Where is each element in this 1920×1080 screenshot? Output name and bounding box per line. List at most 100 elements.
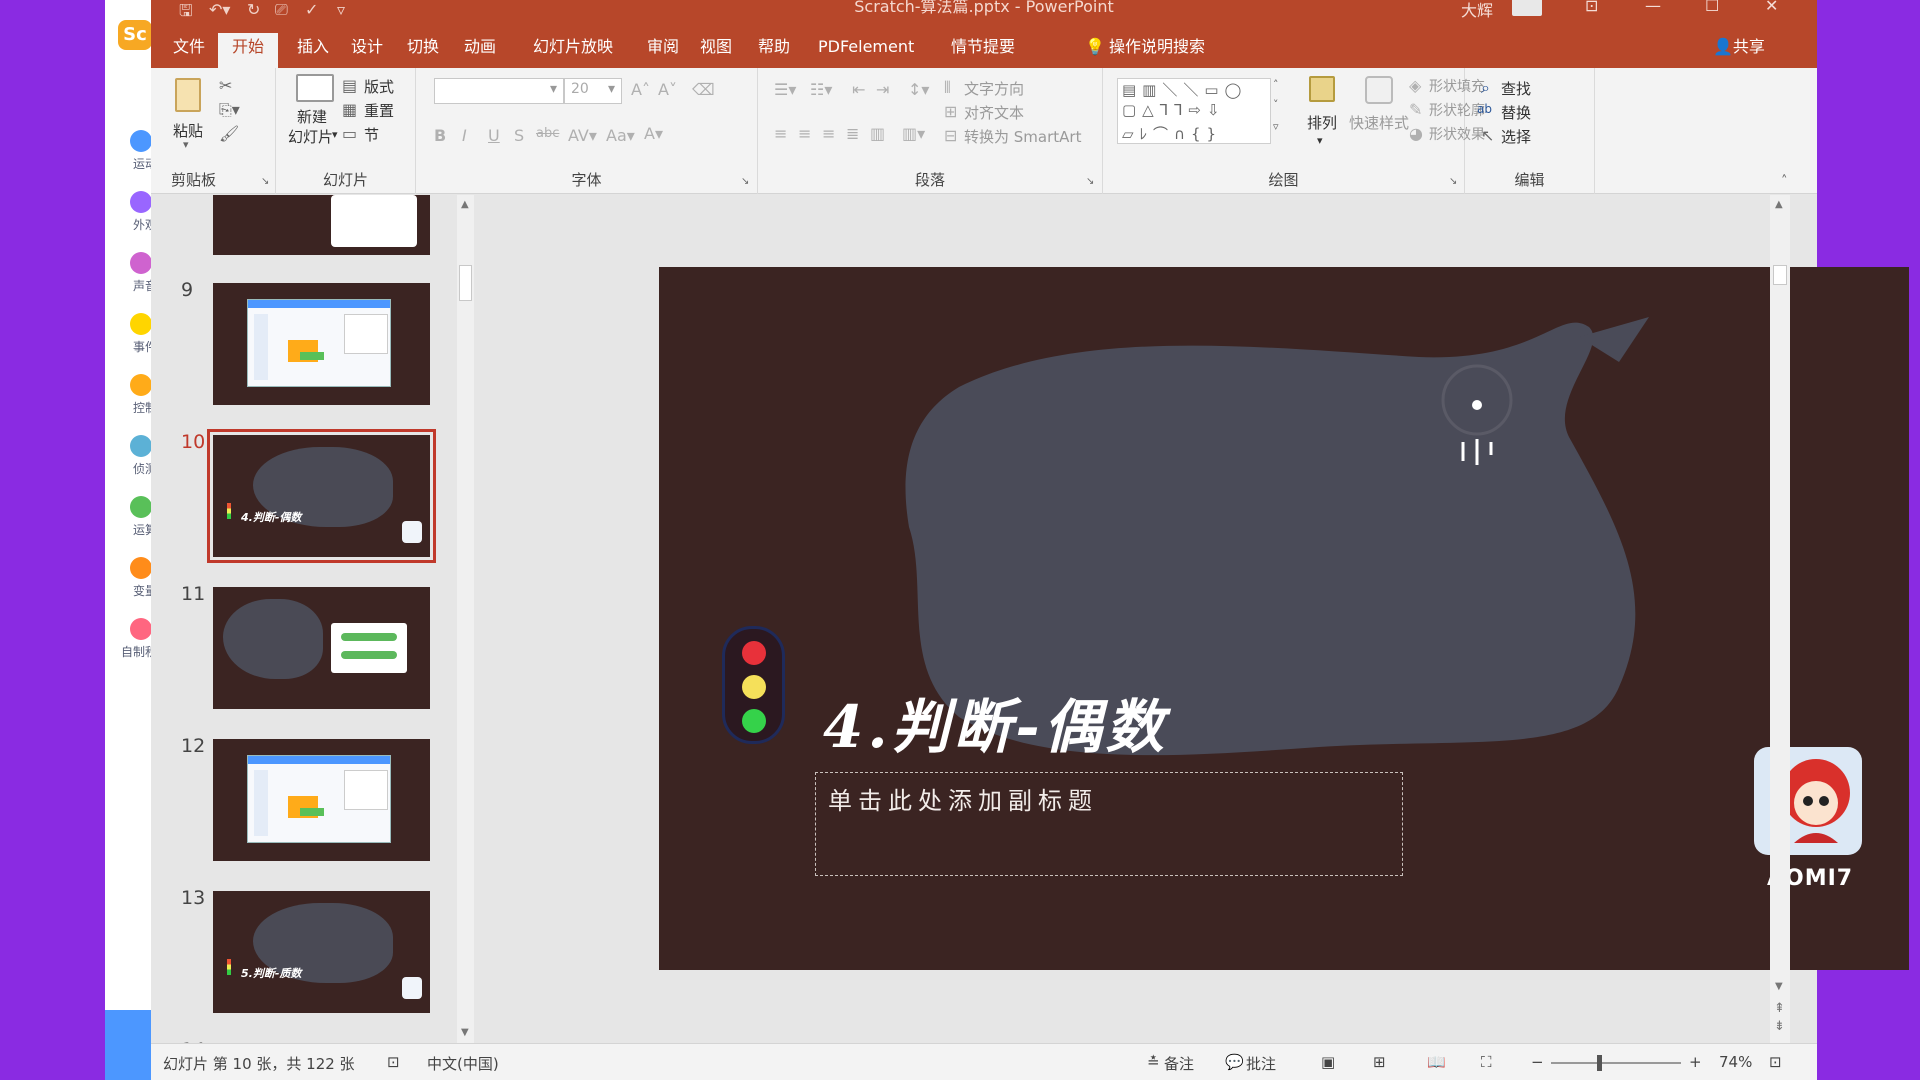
gallery-more-icon[interactable]: ▿ [1273, 120, 1279, 133]
comments-icon[interactable]: 💬 [1225, 1053, 1244, 1071]
justify-icon[interactable]: ≣ [846, 124, 859, 143]
tab-11[interactable]: 情节提要 [937, 36, 1029, 68]
slide-thumbnail-partial[interactable] [213, 195, 430, 255]
zoom-in-icon[interactable]: + [1689, 1053, 1702, 1071]
minimize-icon[interactable]: — [1645, 0, 1661, 15]
tab-8[interactable]: 视图 [686, 36, 746, 68]
columns-icon[interactable]: ▥▾ [902, 124, 925, 143]
layout-icon[interactable]: ▤ [342, 76, 357, 95]
thumbnails-scroll-up-icon[interactable]: ▲ [461, 199, 469, 210]
select-icon[interactable]: ↖ [1481, 126, 1494, 145]
slide-thumbnail[interactable] [213, 283, 430, 405]
shrink-font-icon[interactable]: A˅ [658, 80, 677, 99]
layout-button[interactable]: 版式 [364, 76, 394, 97]
convert-smartart-button[interactable]: 转换为 SmartArt [964, 126, 1081, 147]
find-button[interactable]: 查找 [1501, 78, 1531, 99]
new-slide-icon[interactable] [296, 74, 334, 102]
bullets-icon[interactable]: ☰▾ [774, 80, 796, 99]
text-direction-button[interactable]: 文字方向 [964, 78, 1024, 99]
zoom-out-icon[interactable]: − [1531, 1053, 1544, 1071]
text-direction-icon[interactable]: ⫴ [944, 78, 951, 98]
comments-button[interactable]: 批注 [1246, 1053, 1276, 1074]
tab-0[interactable]: 文件 [159, 36, 219, 68]
paste-dropdown-icon[interactable]: ▾ [183, 138, 189, 151]
line-spacing-icon[interactable]: ↕▾ [908, 80, 929, 99]
underline-icon[interactable]: U [488, 126, 500, 145]
shapes-gallery[interactable]: ▤▥＼＼▭◯ ▢△⅂⅂⇨⇩ ▱ﾚ⌒∩{} [1117, 78, 1271, 144]
arrange-icon[interactable] [1309, 76, 1335, 102]
scratch-add-extension-button[interactable] [105, 1010, 151, 1080]
slide-thumbnail[interactable]: 5.判断-质数 [213, 891, 430, 1013]
slide-title[interactable]: 4.判断-偶数 [823, 680, 1168, 764]
replace-button[interactable]: 替换 [1501, 102, 1531, 123]
user-name[interactable]: 大辉 [1461, 0, 1493, 21]
reading-view-icon[interactable]: 📖 [1427, 1053, 1446, 1071]
slide-thumbnail[interactable] [213, 587, 430, 709]
slide-thumbnail[interactable]: 4.判断-偶数 [207, 429, 436, 563]
font-size-dropdown-icon[interactable]: ▾ [608, 81, 615, 97]
ribbon-display-icon[interactable]: ⊡ [1585, 0, 1598, 15]
new-slide-label-2[interactable]: 幻灯片 [288, 126, 333, 147]
new-slide-label-1[interactable]: 新建 [297, 106, 327, 127]
distributed-icon[interactable]: ▥ [870, 124, 885, 143]
font-color-icon[interactable]: A▾ [644, 124, 663, 143]
thumbnails-scroll-down-icon[interactable]: ▼ [461, 1027, 469, 1038]
align-text-button[interactable]: 对齐文本 [964, 102, 1024, 123]
reset-button[interactable]: 重置 [364, 100, 394, 121]
section-button[interactable]: 节 [364, 124, 379, 145]
character-spacing-icon[interactable]: AV▾ [568, 126, 597, 145]
thumbnails-scrollbar[interactable]: ▲ ▼ [457, 195, 474, 1043]
slide-scrollbar[interactable]: ▲ ▼ ⇞ ⇟ [1770, 195, 1790, 1043]
arrange-button[interactable]: 排列 [1307, 112, 1337, 133]
change-case-icon[interactable]: Aa▾ [606, 126, 635, 145]
align-left-icon[interactable]: ≡ [774, 124, 787, 143]
notes-icon[interactable]: ≛ [1147, 1053, 1160, 1071]
collapse-ribbon-icon[interactable]: ˄ [1781, 174, 1788, 189]
align-text-icon[interactable]: ⊞ [944, 102, 957, 121]
replace-icon[interactable]: ab [1477, 102, 1492, 116]
slideshow-icon[interactable]: ⛶ [1481, 1053, 1492, 1071]
slide-sorter-icon[interactable]: ⊞ [1373, 1053, 1386, 1071]
quick-styles-button[interactable]: 快速样式 [1349, 112, 1409, 133]
avatar[interactable] [1512, 0, 1542, 16]
section-icon[interactable]: ▭ [342, 124, 357, 143]
find-icon[interactable]: ⌕ [1481, 78, 1490, 98]
shapes-row-1[interactable]: ▤▥＼＼▭◯ [1122, 79, 1247, 100]
strikethrough-icon[interactable]: abc [536, 126, 559, 141]
select-button[interactable]: 选择 [1501, 126, 1531, 147]
font-name-combo[interactable]: ▾ [434, 78, 564, 104]
paragraph-launcher-icon[interactable]: ↘ [1086, 176, 1094, 187]
clipboard-launcher-icon[interactable]: ↘ [261, 176, 269, 187]
normal-view-icon[interactable]: ▣ [1321, 1053, 1335, 1071]
paste-icon[interactable] [175, 78, 201, 112]
shape-fill-icon[interactable]: ◈ [1409, 76, 1421, 95]
font-name-dropdown-icon[interactable]: ▾ [550, 81, 557, 97]
tab-5[interactable]: 动画 [450, 36, 510, 68]
drawing-launcher-icon[interactable]: ↘ [1449, 176, 1457, 187]
accessibility-icon[interactable]: ⊡ [387, 1053, 400, 1071]
grow-font-icon[interactable]: A˄ [631, 80, 650, 99]
shape-effects-icon[interactable]: ◕ [1409, 124, 1423, 143]
close-icon[interactable]: ✕ [1765, 0, 1778, 15]
slide-canvas[interactable]: 4.判断-偶数 单击此处添加副标题 AOMI7 [659, 267, 1909, 970]
copy-icon[interactable]: ⎘▾ [219, 100, 240, 120]
arrange-dropdown-icon[interactable]: ▾ [1317, 134, 1323, 147]
tab-9[interactable]: 帮助 [744, 36, 804, 68]
align-right-icon[interactable]: ≡ [822, 124, 835, 143]
zoom-level[interactable]: 74% [1719, 1053, 1752, 1071]
zoom-slider-thumb[interactable] [1597, 1055, 1602, 1071]
clear-formatting-icon[interactable]: ⌫ [692, 80, 715, 99]
smartart-icon[interactable]: ⊟ [944, 126, 957, 145]
tab-10[interactable]: PDFelement [804, 36, 928, 68]
shapes-row-2[interactable]: ▢△⅂⅂⇨⇩ [1122, 101, 1226, 119]
tab-4[interactable]: 切换 [393, 36, 453, 68]
previous-slide-icon[interactable]: ⇞ [1774, 1001, 1785, 1016]
increase-indent-icon[interactable]: ⇥ [876, 80, 889, 99]
shapes-row-3[interactable]: ▱ﾚ⌒∩{} [1122, 123, 1222, 144]
language-indicator[interactable]: 中文(中国) [427, 1053, 499, 1074]
reset-icon[interactable]: ▦ [342, 100, 357, 119]
bold-icon[interactable]: B [434, 126, 446, 145]
share-button[interactable]: 👤共享 [1699, 36, 1779, 68]
notes-button[interactable]: 备注 [1164, 1053, 1194, 1074]
font-launcher-icon[interactable]: ↘ [741, 176, 749, 187]
